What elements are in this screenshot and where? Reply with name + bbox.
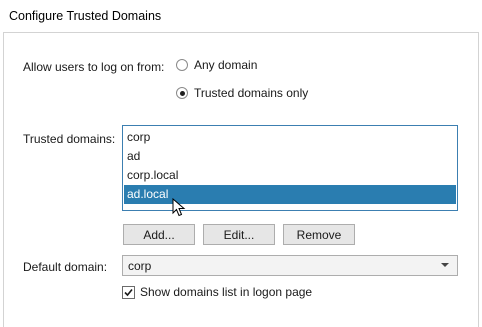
default-domain-value: corp: [128, 258, 152, 273]
default-domain-select[interactable]: corp: [122, 255, 458, 276]
radio-trusted-only[interactable]: Trusted domains only: [176, 86, 308, 100]
edit-button[interactable]: Edit...: [203, 224, 275, 245]
chevron-down-icon[interactable]: [441, 263, 449, 267]
list-item-corp-local[interactable]: corp.local: [124, 166, 456, 185]
add-button[interactable]: Add...: [123, 224, 195, 245]
logon-from-label: Allow users to log on from:: [23, 60, 165, 74]
show-domains-label: Show domains list in logon page: [140, 285, 313, 299]
trusted-domains-label: Trusted domains:: [23, 132, 116, 146]
checkmark-icon: [124, 288, 133, 296]
radio-any-domain-label: Any domain: [194, 58, 258, 72]
list-item-ad[interactable]: ad: [124, 147, 456, 166]
radio-any-domain[interactable]: Any domain: [176, 58, 257, 72]
remove-button[interactable]: Remove: [283, 224, 355, 245]
dialog-title: Configure Trusted Domains: [9, 9, 162, 23]
checkbox-box[interactable]: [122, 285, 135, 299]
default-domain-label: Default domain:: [23, 260, 108, 274]
list-item-corp[interactable]: corp: [124, 128, 456, 147]
show-domains-checkbox[interactable]: Show domains list in logon page: [122, 285, 312, 299]
radio-any-domain-circle[interactable]: [176, 59, 188, 71]
mouse-cursor-icon: [172, 198, 186, 217]
radio-trusted-only-label: Trusted domains only: [194, 86, 309, 100]
radio-trusted-only-circle[interactable]: [176, 87, 188, 99]
